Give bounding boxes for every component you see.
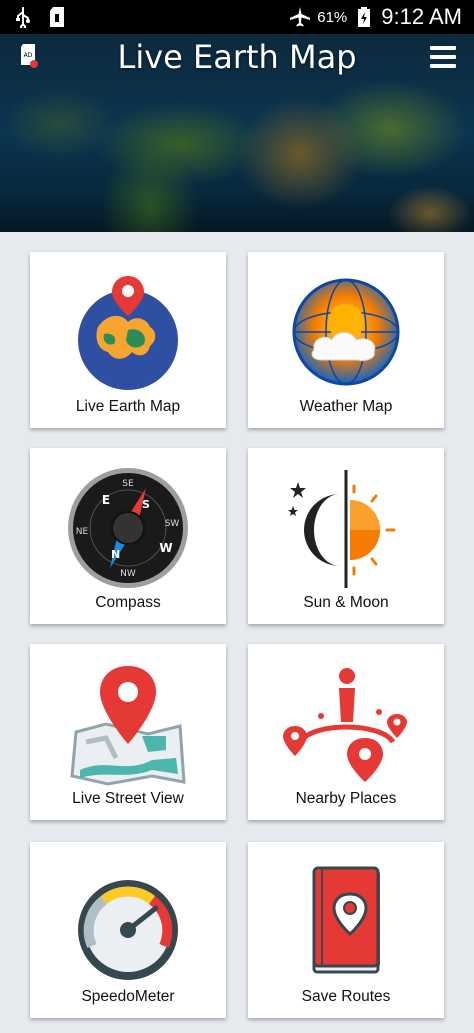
tile-weather-map[interactable]: Weather Map (248, 252, 444, 428)
clock: 9:12 AM (381, 4, 462, 29)
compass-icon: SE SW NW NE E W S N (30, 464, 226, 592)
header-banner: AD Live Earth Map (0, 34, 474, 232)
svg-text:W: W (159, 541, 172, 555)
battery-charging-icon (353, 6, 375, 28)
sun-moon-icon (248, 464, 444, 592)
save-routes-icon (248, 858, 444, 986)
sd-card-icon (46, 6, 68, 28)
tile-compass[interactable]: SE SW NW NE E W S N Compass (30, 448, 226, 624)
tile-label: SpeedoMeter (81, 988, 175, 1005)
svg-text:SW: SW (165, 519, 180, 529)
status-bar: 61% 9:12 AM (0, 0, 474, 34)
globe-pin-icon (30, 268, 226, 396)
nearby-places-icon (248, 660, 444, 788)
tile-label: Nearby Places (295, 790, 397, 807)
weather-globe-icon (248, 268, 444, 396)
usb-icon (12, 6, 34, 28)
tile-speedometer[interactable]: SpeedoMeter (30, 842, 226, 1018)
svg-text:NW: NW (120, 569, 136, 579)
airplane-mode-icon (289, 6, 311, 28)
svg-text:N: N (111, 548, 120, 561)
tile-nearby-places[interactable]: Nearby Places (248, 644, 444, 820)
tile-label: Weather Map (299, 398, 393, 415)
svg-text:S: S (142, 498, 150, 511)
speedometer-icon (30, 858, 226, 986)
street-map-icon (30, 660, 226, 788)
svg-text:E: E (102, 493, 110, 507)
tile-live-earth-map[interactable]: Live Earth Map (30, 252, 226, 428)
page-title: Live Earth Map (117, 38, 357, 76)
tile-label: Compass (95, 594, 161, 611)
svg-text:NE: NE (76, 527, 89, 537)
tile-sun-moon[interactable]: Sun & Moon (248, 448, 444, 624)
hamburger-menu-icon[interactable] (430, 46, 456, 68)
battery-percent: 61% (317, 8, 348, 26)
tile-label: Save Routes (301, 988, 391, 1005)
tile-label: Live Street View (72, 790, 184, 807)
tile-save-routes[interactable]: Save Routes (248, 842, 444, 1018)
tile-label: Live Earth Map (75, 398, 181, 415)
tile-label: Sun & Moon (303, 594, 389, 611)
tile-live-street-view[interactable]: Live Street View (30, 644, 226, 820)
svg-text:SE: SE (122, 479, 134, 489)
